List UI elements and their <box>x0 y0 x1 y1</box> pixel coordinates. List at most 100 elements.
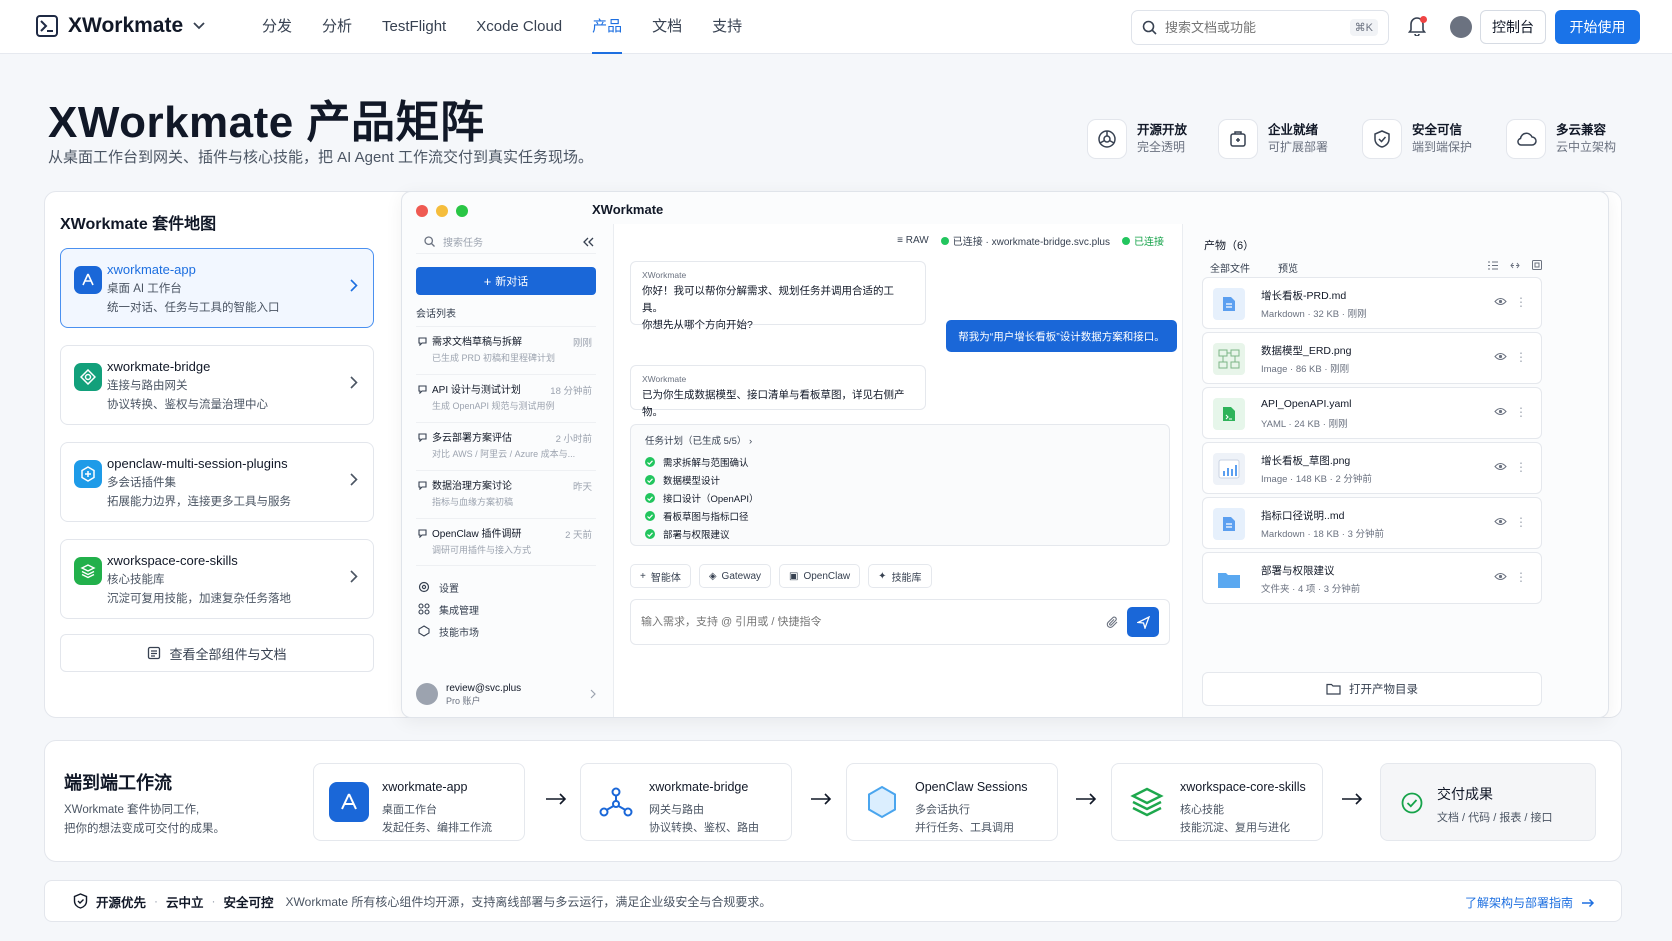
component-card-xworkmate-bridge[interactable]: xworkmate-bridge 连接与路由网关 协议转换、鉴权与流量治理中心 <box>60 345 374 425</box>
search-input[interactable] <box>1165 20 1342 35</box>
conversation-item[interactable]: API 设计与测试计划 18 分钟前 生成 OpenAPI 规范与测试用例 <box>416 374 596 422</box>
get-started-button[interactable]: 开始使用 <box>1555 10 1640 44</box>
task-plan-header[interactable]: 任务计划（已生成 5/5） › <box>645 433 1155 447</box>
feature-title: 开源开放 <box>1137 123 1188 137</box>
bell-icon[interactable] <box>1408 16 1427 36</box>
feature-desc: 完全透明 <box>1137 140 1186 154</box>
workflow-step-core-skills[interactable]: xworkspace-core-skills 核心技能 技能沉淀、复用与进化 <box>1111 763 1323 841</box>
eye-icon[interactable] <box>1494 352 1507 361</box>
eye-icon[interactable] <box>1494 517 1507 526</box>
eye-icon[interactable] <box>1494 462 1507 471</box>
check-icon <box>645 457 655 467</box>
brand[interactable]: XWorkmate <box>36 14 205 38</box>
new-chat-button[interactable]: + 新对话 <box>416 267 596 295</box>
network-icon <box>596 782 636 822</box>
artifact-item[interactable]: API_OpenAPI.yaml YAML · 24 KB · 刚刚 ⋮ <box>1202 387 1542 439</box>
conversation-item[interactable]: 多云部署方案评估 2 小时前 对比 AWS / 阿里云 / Azure 成本与.… <box>416 422 596 470</box>
conversation-item[interactable]: 数据治理方案讨论 昨天 指标与血缘方案初稿 <box>416 470 596 518</box>
conversation-item[interactable]: 需求文档草稿与拆解 刚刚 已生成 PRD 初稿和里程碑计划 <box>416 326 596 374</box>
chevron-right-icon <box>350 279 358 292</box>
more-icon[interactable]: ⋮ <box>1515 461 1527 473</box>
tab-preview[interactable]: 预览 <box>1278 260 1298 275</box>
nav-link-xcode-cloud[interactable]: Xcode Cloud <box>461 0 577 54</box>
chip-skills[interactable]: ✦ 技能库 <box>868 564 932 588</box>
plan-header-text: 任务计划（已生成 5/5） <box>645 436 747 447</box>
shortcut-badge: ⌘K <box>1349 19 1378 36</box>
component-desc: 统一对话、任务与工具的智能入口 <box>107 302 280 314</box>
step-desc: 并行任务、工具调用 <box>915 822 1014 834</box>
send-button[interactable] <box>1127 607 1159 637</box>
more-icon[interactable]: ⋮ <box>1515 516 1527 528</box>
workflow-step-app[interactable]: xworkmate-app 桌面工作台 发起任务、编排工作流 <box>313 763 525 841</box>
tab-all-files[interactable]: 全部文件 <box>1210 260 1250 275</box>
feature-title: 多云兼容 <box>1556 123 1607 137</box>
account-switcher[interactable]: review@svc.plus Pro 账户 <box>416 679 596 709</box>
nav-link-support[interactable]: 支持 <box>697 0 757 54</box>
nav-link-distribute[interactable]: 分发 <box>247 0 307 54</box>
artifact-item[interactable]: 指标口径说明..md Markdown · 18 KB · 3 分钟前 ⋮ <box>1202 497 1542 549</box>
app-window: XWorkmate 搜索任务 + 新对话 会话列表 需求文档草稿与拆解 刚刚 已… <box>401 191 1609 718</box>
artifact-meta: Markdown · 18 KB · 3 分钟前 <box>1261 529 1385 540</box>
open-artifacts-dir-button[interactable]: 打开产物目录 <box>1202 672 1542 706</box>
search-box[interactable]: ⌘K <box>1131 10 1389 45</box>
link-icon[interactable] <box>1510 260 1520 270</box>
console-button[interactable]: 控制台 <box>1480 10 1546 44</box>
chip-agent[interactable]: + 智能体 <box>630 564 691 588</box>
artifact-item[interactable]: 数据模型_ERD.png Image · 86 KB · 刚刚 ⋮ <box>1202 332 1542 384</box>
chip-label: 智能体 <box>650 572 681 584</box>
brand-name: XWorkmate <box>68 14 184 37</box>
attachment-icon[interactable] <box>1106 616 1119 629</box>
nav-link-analytics[interactable]: 分析 <box>307 0 367 54</box>
conversation-time: 刚刚 <box>572 338 592 349</box>
eye-icon[interactable] <box>1494 297 1507 306</box>
more-icon[interactable]: ⋮ <box>1515 351 1527 363</box>
architecture-guide-link[interactable]: 了解架构与部署指南 <box>1465 894 1595 911</box>
task-search[interactable]: 搜索任务 <box>416 230 596 254</box>
eye-icon[interactable] <box>1494 572 1507 581</box>
list-view-icon[interactable] <box>1488 260 1498 270</box>
chat-icon <box>418 529 427 538</box>
sidebar-item-skill-market[interactable]: 技能市场 <box>416 620 596 642</box>
raw-toggle[interactable]: ≡ RAW <box>897 235 929 246</box>
footer-desc: XWorkmate 所有核心组件均开源，支持离线部署与多云运行，满足企业级安全与… <box>285 894 772 909</box>
workflow-step-openclaw[interactable]: OpenClaw Sessions 多会话执行 并行任务、工具调用 <box>846 763 1058 841</box>
more-icon[interactable]: ⋮ <box>1515 406 1527 418</box>
assistant-message: XWorkmate 已为你生成数据模型、接口清单与看板草图，详见右侧产物。 <box>630 365 926 418</box>
conversation-item[interactable]: OpenClaw 插件调研 2 天前 调研可用插件与接入方式 <box>416 518 596 566</box>
step-subtitle: 网关与路由 <box>649 804 704 816</box>
window-zoom-button[interactable] <box>456 205 468 217</box>
chart-file-icon <box>1213 453 1245 485</box>
artifact-item[interactable]: 部署与权限建议 文件夹 · 4 项 · 3 分钟前 ⋮ <box>1202 552 1542 604</box>
expand-icon[interactable] <box>1532 260 1542 270</box>
product-panel: XWorkmate 套件地图 xworkmate-app 桌面 AI 工作台 统… <box>44 191 1622 718</box>
workflow-step-bridge[interactable]: xworkmate-bridge 网关与路由 协议转换、鉴权、路由 <box>580 763 792 841</box>
sidebar-item-integrations[interactable]: 集成管理 <box>416 598 596 620</box>
nav-link-products[interactable]: 产品 <box>577 0 637 54</box>
more-icon[interactable]: ⋮ <box>1515 571 1527 583</box>
eye-icon[interactable] <box>1494 407 1507 416</box>
chip-gateway[interactable]: ◈ Gateway <box>698 564 772 588</box>
view-all-components-button[interactable]: 查看全部组件与文档 <box>60 634 374 672</box>
artifact-item[interactable]: 增长看板_草图.png Image · 148 KB · 2 分钟前 ⋮ <box>1202 442 1542 494</box>
chat-icon <box>418 433 427 442</box>
chevron-down-icon[interactable] <box>193 22 205 30</box>
nav-link-testflight[interactable]: TestFlight <box>367 0 461 54</box>
artifact-meta: 文件夹 · 4 项 · 3 分钟前 <box>1261 584 1361 595</box>
component-card-xworkmate-app[interactable]: xworkmate-app 桌面 AI 工作台 统一对话、任务与工具的智能入口 <box>60 248 374 328</box>
artifact-item[interactable]: 增长看板-PRD.md Markdown · 32 KB · 刚刚 ⋮ <box>1202 277 1542 329</box>
message-input[interactable] <box>641 616 1106 628</box>
collapse-icon[interactable] <box>583 237 594 247</box>
chip-openclaw[interactable]: ▣ OpenClaw <box>779 564 861 588</box>
doc-file-icon <box>1213 288 1245 320</box>
deliver-title: 交付成果 <box>1437 786 1493 802</box>
avatar[interactable] <box>1450 16 1472 38</box>
component-card-core-skills[interactable]: xworkspace-core-skills 核心技能库 沉淀可复用技能，加速复… <box>60 539 374 619</box>
step-desc: 协议转换、鉴权、路由 <box>649 822 759 834</box>
nav-link-docs[interactable]: 文档 <box>637 0 697 54</box>
sidebar-item-settings[interactable]: 设置 <box>416 576 596 598</box>
check-icon <box>645 529 655 539</box>
component-card-openclaw-plugins[interactable]: openclaw-multi-session-plugins 多会话插件集 拓展… <box>60 442 374 522</box>
window-minimize-button[interactable] <box>436 205 448 217</box>
more-icon[interactable]: ⋮ <box>1515 296 1527 308</box>
window-close-button[interactable] <box>416 205 428 217</box>
